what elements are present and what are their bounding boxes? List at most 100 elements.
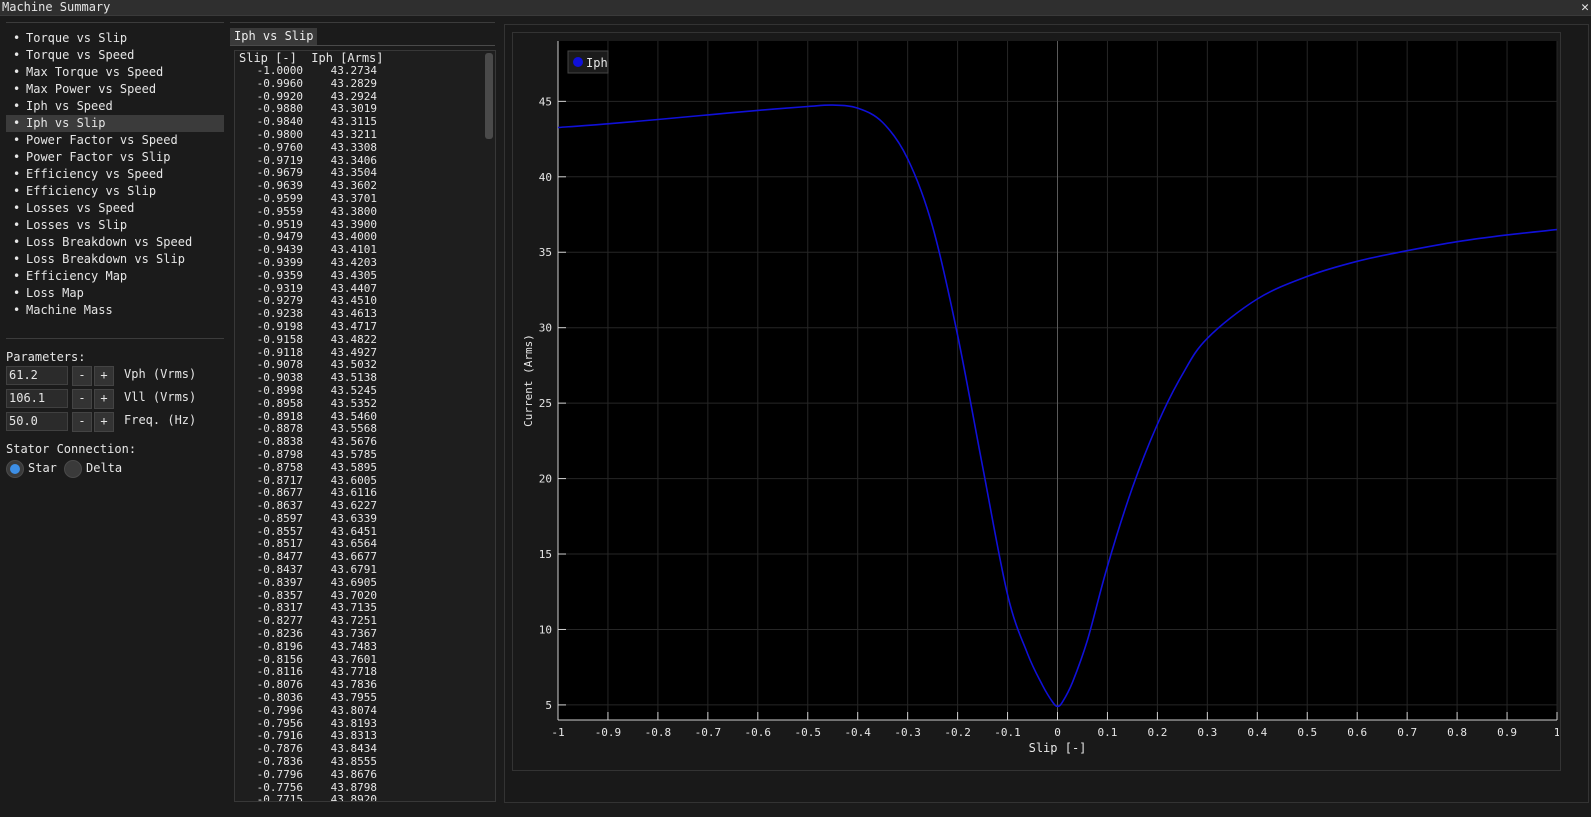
bullet-icon: • bbox=[13, 286, 21, 300]
y-tick-label: 15 bbox=[539, 548, 552, 561]
table-row: -0.8998 43.5245 bbox=[235, 384, 481, 398]
cell-iph: 43.3701 bbox=[330, 191, 377, 205]
y-tick-label: 40 bbox=[539, 171, 552, 184]
cell-slip: -0.9399 bbox=[256, 255, 303, 269]
sidebar-item[interactable]: • Max Torque vs Speed bbox=[6, 64, 224, 81]
delta-radio[interactable] bbox=[64, 460, 82, 478]
table-row: -0.9599 43.3701 bbox=[235, 191, 481, 206]
freq-row: 50.0 - + Freq. (Hz) bbox=[6, 412, 224, 432]
x-tick-label: -0.6 bbox=[745, 726, 772, 739]
table-row: -0.9960 43.2829 bbox=[235, 76, 481, 91]
close-icon[interactable]: ✕ bbox=[1581, 0, 1589, 15]
sidebar-item-label: Iph vs Slip bbox=[26, 116, 106, 130]
x-tick-label: -0.9 bbox=[595, 726, 622, 739]
table-header: Slip [-] Iph [Arms] bbox=[239, 51, 384, 65]
sidebar-item[interactable]: • Loss Map bbox=[6, 285, 224, 302]
freq-input[interactable]: 50.0 bbox=[6, 412, 68, 431]
vph-increment-button[interactable]: + bbox=[94, 366, 114, 386]
vll-label: Vll (Vrms) bbox=[124, 390, 197, 404]
bullet-icon: • bbox=[13, 150, 21, 164]
sidebar-item-label: Max Power vs Speed bbox=[26, 82, 157, 96]
window-title: Machine Summary bbox=[2, 0, 111, 14]
sidebar-item[interactable]: • Max Power vs Speed bbox=[6, 81, 224, 98]
cell-iph: 43.3800 bbox=[330, 204, 377, 218]
sidebar-item[interactable]: • Torque vs Slip bbox=[6, 30, 224, 47]
vph-decrement-button[interactable]: - bbox=[72, 366, 92, 386]
sidebar-item-label: Loss Breakdown vs Slip bbox=[26, 252, 185, 266]
sidebar-item-label: Power Factor vs Speed bbox=[26, 133, 178, 147]
table-row: -0.9559 43.3800 bbox=[235, 204, 481, 219]
sidebar-item[interactable]: • Torque vs Speed bbox=[6, 47, 224, 64]
table-row: -0.8236 43.7367 bbox=[235, 627, 481, 641]
freq-label: Freq. (Hz) bbox=[124, 413, 197, 427]
star-radio-label[interactable]: Star bbox=[28, 461, 57, 475]
cell-slip: -0.8397 bbox=[256, 575, 303, 589]
divider bbox=[230, 22, 495, 23]
table-row: -0.8758 43.5895 bbox=[235, 461, 481, 475]
sidebar-item[interactable]: • Losses vs Speed bbox=[6, 200, 224, 217]
sidebar-item[interactable]: • Loss Breakdown vs Speed bbox=[6, 234, 224, 251]
cell-iph: 43.7483 bbox=[330, 639, 377, 653]
cell-slip: -0.8637 bbox=[256, 499, 303, 513]
x-tick-label: 0.3 bbox=[1197, 726, 1217, 739]
vll-input[interactable]: 106.1 bbox=[6, 389, 68, 408]
cell-iph: 43.2734 bbox=[330, 64, 377, 77]
x-axis-label: Slip [-] bbox=[1029, 741, 1087, 755]
cell-slip: -0.8798 bbox=[256, 447, 303, 461]
sidebar-item[interactable]: • Efficiency Map bbox=[6, 268, 224, 285]
data-table[interactable]: Slip [-] Iph [Arms] -1.0000 43.2734 -0.996… bbox=[234, 50, 496, 802]
sidebar-item[interactable]: • Efficiency vs Slip bbox=[6, 183, 224, 200]
sidebar-item[interactable]: • Iph vs Slip bbox=[6, 115, 224, 132]
x-tick-label: -0.4 bbox=[844, 726, 871, 739]
x-tick-label: 0 bbox=[1054, 726, 1061, 739]
y-tick-label: 20 bbox=[539, 473, 552, 486]
bullet-icon: • bbox=[13, 82, 21, 96]
vll-increment-button[interactable]: + bbox=[94, 389, 114, 409]
sidebar-item-label: Iph vs Speed bbox=[26, 99, 113, 113]
star-radio[interactable] bbox=[6, 460, 24, 478]
table-row: -0.7836 43.8555 bbox=[235, 755, 481, 769]
cell-iph: 43.8074 bbox=[330, 703, 377, 717]
cell-iph: 43.6791 bbox=[330, 563, 377, 577]
cell-slip: -0.9960 bbox=[256, 76, 303, 90]
y-axis-label: Current (Arms) bbox=[522, 334, 535, 427]
cell-iph: 43.4203 bbox=[330, 255, 377, 269]
sidebar-item[interactable]: • Losses vs Slip bbox=[6, 217, 224, 234]
sidebar-item[interactable]: • Machine Mass bbox=[6, 302, 224, 319]
tab-iph-vs-slip[interactable]: Iph vs Slip bbox=[230, 28, 318, 45]
bullet-icon: • bbox=[13, 252, 21, 266]
cell-slip: -0.9559 bbox=[256, 204, 303, 218]
cell-iph: 43.8676 bbox=[330, 767, 377, 781]
iph-vs-slip-chart[interactable]: -1 -0.9 -0.8 -0.7 -0.6 -0.5 -0.4 -0.3 -0.2 -0.1 0 0… bbox=[512, 32, 1559, 769]
bullet-icon: • bbox=[13, 116, 21, 130]
table-scrollbar[interactable] bbox=[485, 53, 493, 139]
cell-slip: -0.9359 bbox=[256, 268, 303, 282]
vph-input[interactable]: 61.2 bbox=[6, 366, 68, 385]
x-tick-label: -0.5 bbox=[795, 726, 822, 739]
table-row: -1.0000 43.2734 bbox=[235, 64, 481, 78]
freq-decrement-button[interactable]: - bbox=[72, 412, 92, 432]
sidebar-item-label: Efficiency Map bbox=[26, 269, 128, 283]
sidebar-item[interactable]: • Power Factor vs Slip bbox=[6, 149, 224, 166]
table-row: -0.8958 43.5352 bbox=[235, 397, 481, 411]
sidebar-item[interactable]: • Loss Breakdown vs Slip bbox=[6, 251, 224, 268]
vll-decrement-button[interactable]: - bbox=[72, 389, 92, 409]
y-tick-label: 25 bbox=[539, 397, 552, 410]
bullet-icon: • bbox=[13, 31, 21, 45]
bullet-icon: • bbox=[13, 167, 21, 181]
table-row: -0.9158 43.4822 bbox=[235, 333, 481, 347]
y-tick-label: 30 bbox=[539, 322, 552, 335]
table-row: -0.8637 43.6227 bbox=[235, 499, 481, 513]
sidebar-item-label: Efficiency vs Slip bbox=[26, 184, 157, 198]
table-row: -0.9399 43.4203 bbox=[235, 255, 481, 270]
sidebar-item[interactable]: • Efficiency vs Speed bbox=[6, 166, 224, 183]
sidebar-item-label: Power Factor vs Slip bbox=[26, 150, 171, 164]
sidebar-item[interactable]: • Power Factor vs Speed bbox=[6, 132, 224, 149]
delta-radio-label[interactable]: Delta bbox=[86, 461, 122, 475]
freq-increment-button[interactable]: + bbox=[94, 412, 114, 432]
sidebar-item[interactable]: • Iph vs Speed bbox=[6, 98, 224, 115]
cell-slip: -0.8838 bbox=[256, 435, 303, 449]
bullet-icon: • bbox=[13, 65, 21, 79]
table-row: -0.9198 43.4717 bbox=[235, 320, 481, 334]
parameters-title: Parameters: bbox=[6, 350, 86, 364]
